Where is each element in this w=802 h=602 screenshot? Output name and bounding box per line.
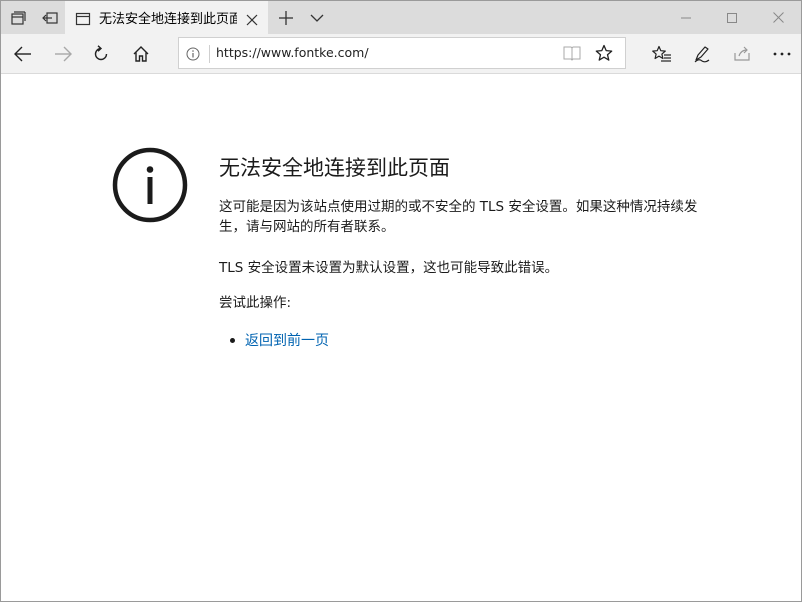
close-icon — [246, 14, 258, 26]
info-icon[interactable] — [186, 47, 200, 61]
reading-view-icon[interactable] — [563, 45, 581, 61]
window-close-button[interactable] — [755, 1, 801, 34]
tab-bar: 无法安全地连接到此页面 — [1, 1, 801, 35]
more-button[interactable] — [762, 34, 802, 74]
tab-close-button[interactable] — [241, 9, 263, 31]
maximize-button[interactable] — [709, 1, 755, 34]
tabs-aside-icon — [11, 10, 26, 25]
home-button[interactable] — [121, 34, 161, 74]
tab-list-button[interactable] — [303, 1, 331, 34]
back-arrow-icon — [14, 46, 31, 62]
address-separator — [209, 45, 210, 63]
address-bar[interactable]: https://www.fontke.com/ — [178, 37, 626, 69]
forward-button[interactable] — [43, 34, 83, 74]
page-content: 无法安全地连接到此页面 这可能是因为该站点使用过期的或不安全的 TLS 安全设置… — [1, 75, 801, 601]
go-back-link[interactable]: 返回到前一页 — [245, 331, 329, 351]
chevron-down-icon — [310, 14, 324, 22]
share-button[interactable] — [722, 34, 762, 74]
forward-arrow-icon — [55, 46, 72, 62]
plus-icon — [279, 10, 293, 25]
list-bullet — [230, 338, 235, 343]
browser-window: 无法安全地连接到此页面 https://www.fontke.com/ 无法安全… — [0, 0, 802, 602]
favorites-icon — [652, 45, 671, 62]
back-button[interactable] — [3, 34, 43, 74]
share-icon — [734, 46, 750, 61]
favorites-button[interactable] — [642, 34, 682, 74]
navigation-bar: https://www.fontke.com/ — [1, 34, 801, 74]
refresh-icon — [94, 45, 108, 61]
tab-active[interactable]: 无法安全地连接到此页面 — [65, 1, 268, 35]
url-text[interactable]: https://www.fontke.com/ — [216, 44, 369, 62]
star-icon[interactable] — [595, 44, 613, 62]
pen-icon — [694, 46, 710, 63]
page-title: 无法安全地连接到此页面 — [219, 156, 450, 180]
minimize-button[interactable] — [663, 1, 709, 34]
more-icon — [773, 52, 791, 56]
tabs-aside-button[interactable] — [3, 1, 33, 34]
tab-page-icon — [75, 12, 91, 26]
tab-preview-icon — [42, 11, 58, 24]
error-secondary-description: TLS 安全设置未设置为默认设置，这也可能导致此错误。 — [219, 260, 559, 276]
minimize-icon — [681, 17, 691, 18]
maximize-icon — [727, 12, 737, 23]
close-icon — [772, 12, 784, 23]
tab-preview-button[interactable] — [35, 1, 65, 34]
try-this-label: 尝试此操作: — [219, 295, 292, 311]
new-tab-button[interactable] — [271, 1, 301, 34]
info-circle-icon — [112, 147, 188, 223]
error-description: 这可能是因为该站点使用过期的或不安全的 TLS 安全设置。如果这种情况持续发生，… — [219, 199, 698, 235]
tab-title: 无法安全地连接到此页面 — [99, 12, 237, 27]
web-note-button[interactable] — [682, 34, 722, 74]
home-icon — [133, 46, 149, 62]
refresh-button[interactable] — [81, 34, 121, 74]
